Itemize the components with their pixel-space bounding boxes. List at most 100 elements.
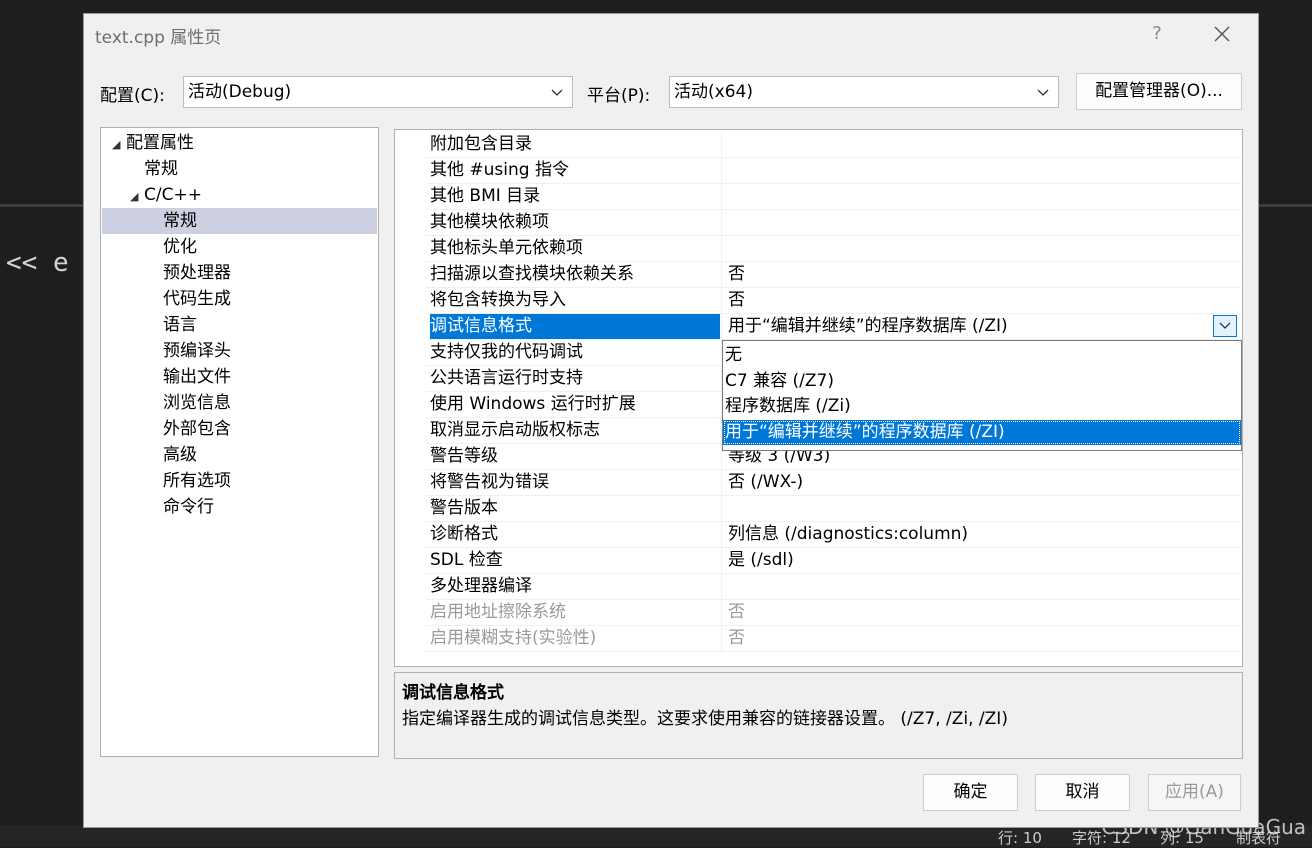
tree-item-label: 优化 <box>163 237 197 257</box>
tree-item-label: 代码生成 <box>163 289 231 309</box>
close-button[interactable] <box>1212 24 1234 46</box>
property-row[interactable]: 其他 #using 指令 <box>426 158 1241 184</box>
property-name: 支持仅我的代码调试 <box>430 342 583 362</box>
property-name: 公共语言运行时支持 <box>430 368 583 388</box>
property-value[interactable] <box>725 210 1241 235</box>
property-value[interactable] <box>725 496 1241 521</box>
property-name: 警告等级 <box>430 446 498 466</box>
property-value[interactable]: 列信息 (/diagnostics:column) <box>725 522 1241 547</box>
close-icon <box>1214 26 1230 42</box>
tree-item[interactable]: 代码生成 <box>102 286 377 312</box>
column-divider <box>721 574 722 600</box>
tree-item[interactable]: 所有选项 <box>102 468 377 494</box>
property-row[interactable]: 附加包含目录 <box>426 132 1241 158</box>
column-divider <box>721 288 722 314</box>
debug-format-dropdown-list[interactable]: 无 C7 兼容 (/Z7) 程序数据库 (/Zi) 用于“编辑并继续”的程序数据库 (… <box>722 340 1242 451</box>
property-row[interactable]: 其他模块依赖项 <box>426 210 1241 236</box>
property-value[interactable]: 否 <box>725 262 1241 287</box>
property-value[interactable]: 否 <box>725 288 1241 313</box>
property-row[interactable]: 多处理器编译 <box>426 574 1241 600</box>
description-text: 指定编译器生成的调试信息类型。这要求使用兼容的链接器设置。 (/Z7, /Zi,… <box>402 709 1008 729</box>
tree-item-label: 所有选项 <box>163 471 231 491</box>
property-value[interactable]: 否 (/WX-) <box>725 470 1241 495</box>
property-name: 其他 BMI 目录 <box>430 186 541 206</box>
ok-button[interactable]: 确定 <box>923 774 1018 811</box>
property-name: 取消显示启动版权标志 <box>430 420 600 440</box>
tree-item-label: 外部包含 <box>163 419 231 439</box>
property-row[interactable]: 诊断格式 列信息 (/diagnostics:column) <box>426 522 1241 548</box>
property-value[interactable] <box>725 132 1241 157</box>
tree-item[interactable]: 语言 <box>102 312 377 338</box>
property-row[interactable]: 其他标头单元依赖项 <box>426 236 1241 262</box>
chevron-down-icon <box>551 89 563 96</box>
tree-item-label: 语言 <box>163 315 197 335</box>
help-button[interactable]: ? <box>1146 23 1168 45</box>
platform-select[interactable]: 活动(x64) <box>669 76 1059 108</box>
tree-item-label: 配置属性 <box>126 133 194 153</box>
property-value[interactable]: 用于“编辑并继续”的程序数据库 (/ZI) <box>725 314 1241 339</box>
property-value[interactable]: 否 <box>725 626 1241 651</box>
property-value[interactable] <box>725 158 1241 183</box>
tree-item-label: 输出文件 <box>163 367 231 387</box>
property-row[interactable]: 启用模糊支持(实验性) 否 <box>426 626 1241 652</box>
tree-item-label: 常规 <box>144 159 178 179</box>
tree-item-label: 常规 <box>163 211 197 231</box>
property-row[interactable]: 警告版本 <box>426 496 1241 522</box>
property-row[interactable]: 调试信息格式 用于“编辑并继续”的程序数据库 (/ZI) <box>426 314 1241 340</box>
apply-button[interactable]: 应用(A) <box>1148 774 1241 811</box>
config-select[interactable]: 活动(Debug) <box>183 76 573 108</box>
column-divider <box>721 184 722 210</box>
description-title: 调试信息格式 <box>402 683 504 703</box>
property-tree[interactable]: ◢ 配置属性 常规 ◢ C/C++ 常规 优化 预处理器 代码生成 语言 预编译头 输出文件 浏览信息外… <box>100 127 379 757</box>
property-row[interactable]: SDL 检查 是 (/sdl) <box>426 548 1241 574</box>
tree-item[interactable]: 命令行 <box>102 494 377 520</box>
property-name: 将警告视为错误 <box>430 472 549 492</box>
tree-item[interactable]: ◢ C/C++ <box>102 182 377 208</box>
property-value[interactable] <box>725 236 1241 261</box>
chevron-down-icon <box>1219 322 1231 329</box>
description-panel: 调试信息格式 指定编译器生成的调试信息类型。这要求使用兼容的链接器设置。 (/Z… <box>394 672 1243 759</box>
tree-item[interactable]: 常规 <box>102 208 377 234</box>
property-row[interactable]: 将包含转换为导入 否 <box>426 288 1241 314</box>
property-row[interactable]: 启用地址擦除系统 否 <box>426 600 1241 626</box>
property-value[interactable]: 否 <box>725 600 1241 625</box>
property-name: 附加包含目录 <box>430 134 532 154</box>
tree-item[interactable]: 预编译头 <box>102 338 377 364</box>
dropdown-option[interactable]: 程序数据库 (/Zi) <box>723 394 1241 419</box>
column-divider <box>721 470 722 496</box>
tree-item[interactable]: 常规 <box>102 156 377 182</box>
column-divider <box>721 236 722 262</box>
tree-item[interactable]: 预处理器 <box>102 260 377 286</box>
dropdown-option[interactable]: 无 <box>723 343 1241 368</box>
expand-triangle-icon[interactable]: ◢ <box>112 132 124 158</box>
property-value[interactable] <box>725 574 1241 599</box>
property-name: 调试信息格式 <box>430 314 720 339</box>
tree-item-label: 预处理器 <box>163 263 231 283</box>
tree-item[interactable]: 高级 <box>102 442 377 468</box>
property-value[interactable]: 是 (/sdl) <box>725 548 1241 573</box>
dropdown-button[interactable] <box>1213 315 1237 337</box>
expand-triangle-icon[interactable]: ◢ <box>130 184 142 210</box>
dropdown-option[interactable]: C7 兼容 (/Z7) <box>723 369 1241 394</box>
property-pages-dialog: text.cpp 属性页 ? 配置(C): 活动(Debug) 平台(P): 活… <box>83 13 1259 828</box>
tree-item-label: C/C++ <box>144 185 202 205</box>
property-row[interactable]: 将警告视为错误 否 (/WX-) <box>426 470 1241 496</box>
column-divider <box>721 314 722 340</box>
cancel-button[interactable]: 取消 <box>1035 774 1130 811</box>
tree-item[interactable]: 浏览信息 <box>102 390 377 416</box>
platform-label: 平台(P): <box>587 86 651 106</box>
column-divider <box>721 522 722 548</box>
column-divider <box>721 496 722 522</box>
tree-item[interactable]: 优化 <box>102 234 377 260</box>
tree-item[interactable]: 输出文件 <box>102 364 377 390</box>
config-label: 配置(C): <box>100 86 165 106</box>
property-row[interactable]: 扫描源以查找模块依赖关系 否 <box>426 262 1241 288</box>
property-name: 启用模糊支持(实验性) <box>430 628 597 648</box>
dropdown-option[interactable]: 用于“编辑并继续”的程序数据库 (/ZI) <box>723 419 1241 445</box>
tree-item[interactable]: 外部包含 <box>102 416 377 442</box>
tree-item[interactable]: ◢ 配置属性 <box>102 130 377 156</box>
config-manager-button[interactable]: 配置管理器(O)... <box>1076 73 1242 110</box>
property-row[interactable]: 其他 BMI 目录 <box>426 184 1241 210</box>
tree-item-label: 浏览信息 <box>163 393 231 413</box>
property-value[interactable] <box>725 184 1241 209</box>
